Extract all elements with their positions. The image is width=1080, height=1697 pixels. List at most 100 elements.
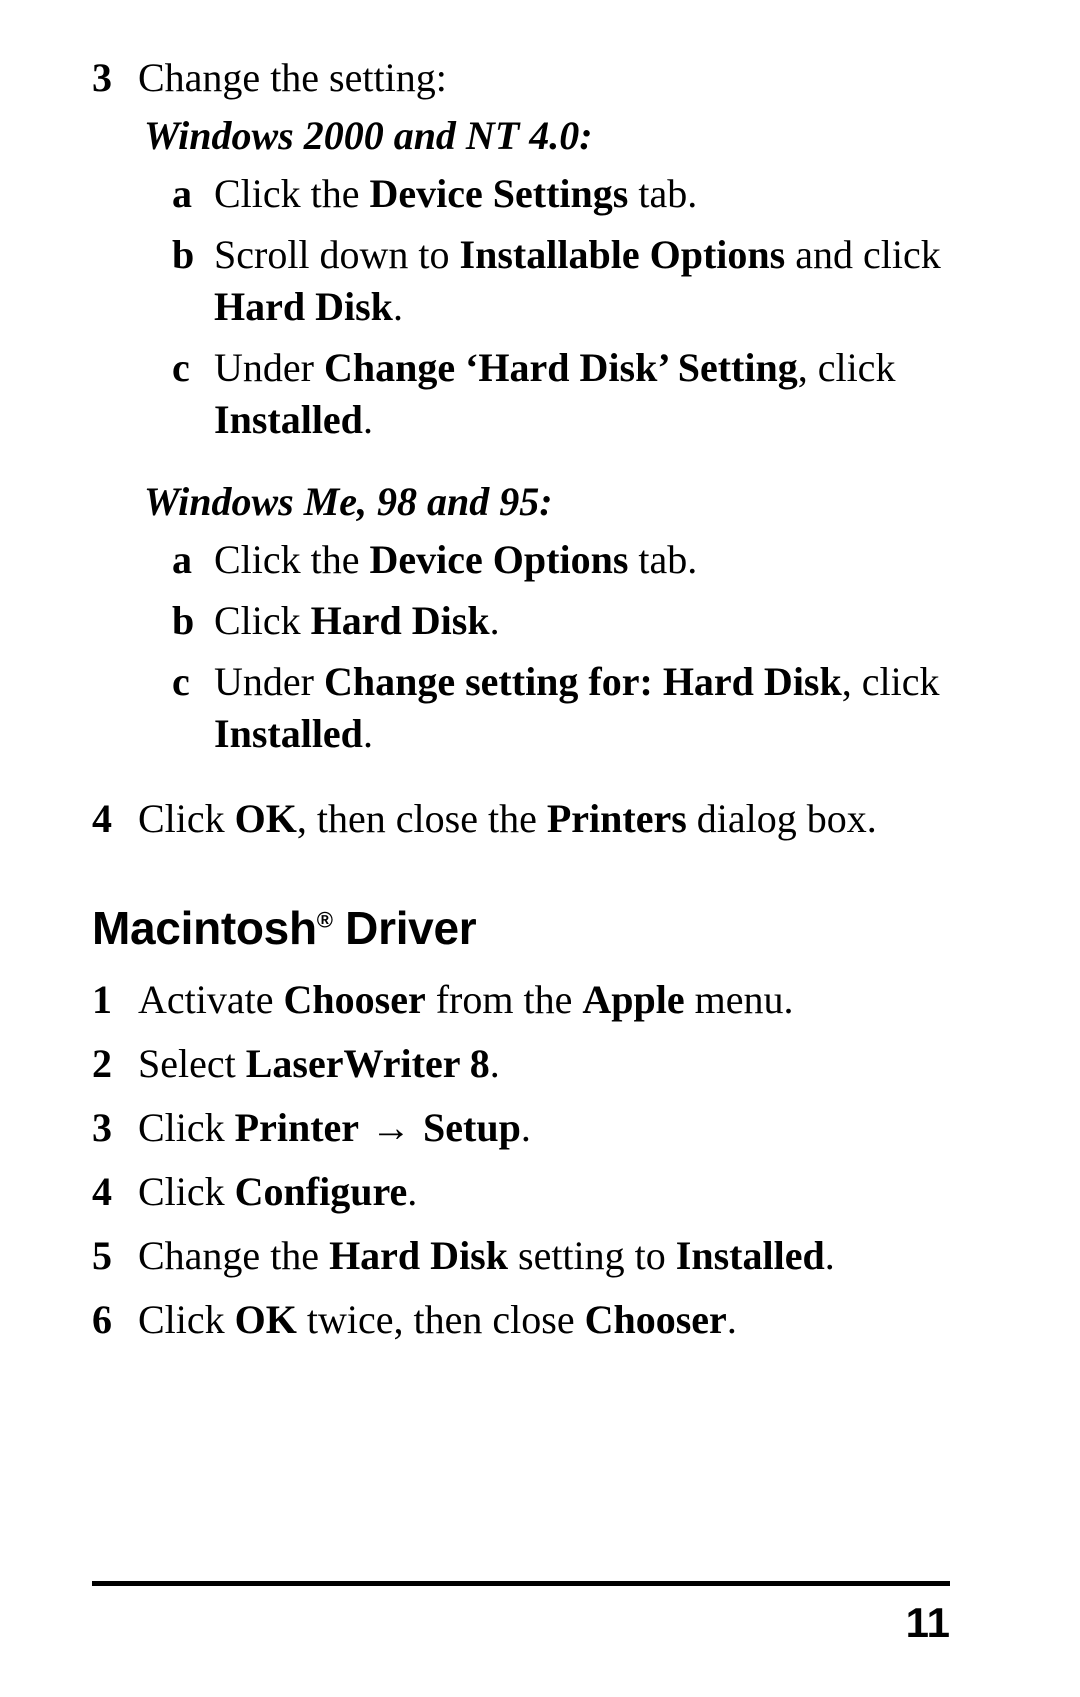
plain-text: Click the [214,537,370,582]
step-text: Select LaserWriter 8. [138,1038,962,1090]
mac-step-1: 1 Activate Chooser from the Apple menu. [92,974,962,1026]
emphasis-text: Chooser [283,976,426,1022]
plain-text: from the [425,976,583,1022]
mac-step-3: 3 Click Printer → Setup. [92,1102,962,1154]
substep-b: b Scroll down to Installable Options and… [172,229,962,333]
substep-letter: b [172,232,195,277]
plain-text: Click [214,598,311,643]
substep-text: Scroll down to Installable Options and c… [214,229,962,333]
emphasis-text: Device Options [369,537,629,582]
os-heading-windows-me-98-95: Windows Me, 98 and 95: [144,479,553,524]
step-number: 1 [92,976,112,1022]
step-text: Activate Chooser from the Apple menu. [138,974,962,1026]
substep-text: Click Hard Disk. [214,595,962,647]
arrow-glyph: → [361,1104,422,1150]
emphasis-text: Device Settings [369,171,629,216]
plain-text: Select [138,1040,246,1086]
plain-text: . [362,711,373,756]
mac-step-2: 2 Select LaserWriter 8. [92,1038,962,1090]
registered-trademark-icon: ® [316,907,333,933]
plain-text: dialog box. [686,796,877,841]
page-number: 11 [905,1599,950,1646]
plain-text: Click [138,1104,235,1150]
step-number: 4 [92,1168,112,1214]
plain-text: . [520,1104,531,1150]
emphasis-text: OK [234,796,297,841]
step-3: 3 Change the setting: [92,52,962,104]
substep-text: Under Change ‘Hard Disk’ Setting, click … [214,342,962,446]
emphasis-text: Setup [423,1104,521,1150]
plain-text: , click [841,659,940,704]
emphasis-text: Hard Disk [214,284,393,329]
step-number: 5 [92,1232,112,1278]
plain-text: Change the [138,1232,330,1278]
substep-c: c Under Change setting for: Hard Disk, c… [172,656,962,760]
plain-text: . [726,1296,737,1342]
plain-text: . [489,1040,500,1086]
plain-text: . [392,284,403,329]
substep-list-windows-2000-nt: a Click the Device Settings tab. b Scrol… [172,168,962,446]
macintosh-step-list: 1 Activate Chooser from the Apple menu. … [92,974,962,1346]
emphasis-text: Installed [214,397,363,442]
document-page: 3 Change the setting: Windows 2000 and N… [0,0,1080,1697]
substep-letter: b [172,598,195,643]
mac-step-6: 6 Click OK twice, then close Chooser. [92,1294,962,1346]
plain-text: tab. [628,537,698,582]
substep-letter: a [172,171,192,216]
heading-main-text: Macintosh [92,902,317,954]
plain-text: Click [138,1296,235,1342]
step-number: 4 [92,796,112,841]
plain-text: , then close the [296,796,547,841]
step-text: Click Configure. [138,1166,962,1218]
emphasis-text: Printers [546,796,687,841]
plain-text: twice, then close [296,1296,585,1342]
emphasis-text: OK [234,1296,297,1342]
step-number: 3 [92,55,112,100]
mac-step-4: 4 Click Configure. [92,1166,962,1218]
substep-c: c Under Change ‘Hard Disk’ Setting, clic… [172,342,962,446]
step-text: Click OK, then close the Printers dialog… [138,793,962,845]
emphasis-text: Hard Disk [310,598,490,643]
step-4: 4 Click OK, then close the Printers dial… [92,793,962,845]
step-text: Change the setting: [138,55,447,100]
substep-b: b Click Hard Disk. [172,595,962,647]
substep-a: a Click the Device Settings tab. [172,168,962,220]
substep-list-windows-me-98-95: a Click the Device Options tab. b Click … [172,534,962,760]
emphasis-text: Apple [582,976,685,1022]
step-text: Click OK twice, then close Chooser. [138,1294,962,1346]
plain-text: Click the [214,171,370,216]
os-heading-windows-2000-nt: Windows 2000 and NT 4.0: [144,113,593,158]
plain-text: . [407,1168,418,1214]
plain-text: . [489,598,500,643]
plain-text: . [824,1232,835,1278]
emphasis-text: Hard Disk [329,1232,508,1278]
substep-text: Click the Device Settings tab. [214,168,962,220]
step-number: 2 [92,1040,112,1086]
page-content: 3 Change the setting: Windows 2000 and N… [92,52,962,1358]
emphasis-text: LaserWriter 8 [245,1040,490,1086]
step-number: 3 [92,1104,112,1150]
heading-suffix-text: Driver [332,902,477,954]
emphasis-text: Change ‘Hard Disk’ Setting [323,345,798,390]
plain-text: Click [138,1168,235,1214]
mac-step-5: 5 Change the Hard Disk setting to Instal… [92,1230,962,1282]
substep-letter: c [172,659,190,704]
plain-text: Scroll down to [214,232,460,277]
substep-a: a Click the Device Options tab. [172,534,962,586]
footer-divider [92,1581,950,1586]
step-text: Click Printer → Setup. [138,1102,962,1154]
emphasis-text: Installed [214,711,363,756]
step-number: 6 [92,1296,112,1342]
plain-text: and click [785,232,941,277]
emphasis-text: Change setting for: Hard Disk [323,659,842,704]
substep-letter: c [172,345,190,390]
plain-text: tab. [628,171,698,216]
plain-text: , click [797,345,896,390]
plain-text: Under [214,659,324,704]
plain-text: . [362,397,373,442]
plain-text: Click [138,796,235,841]
substep-letter: a [172,537,192,582]
emphasis-text: Printer [234,1104,360,1150]
emphasis-text: Configure [234,1168,408,1214]
